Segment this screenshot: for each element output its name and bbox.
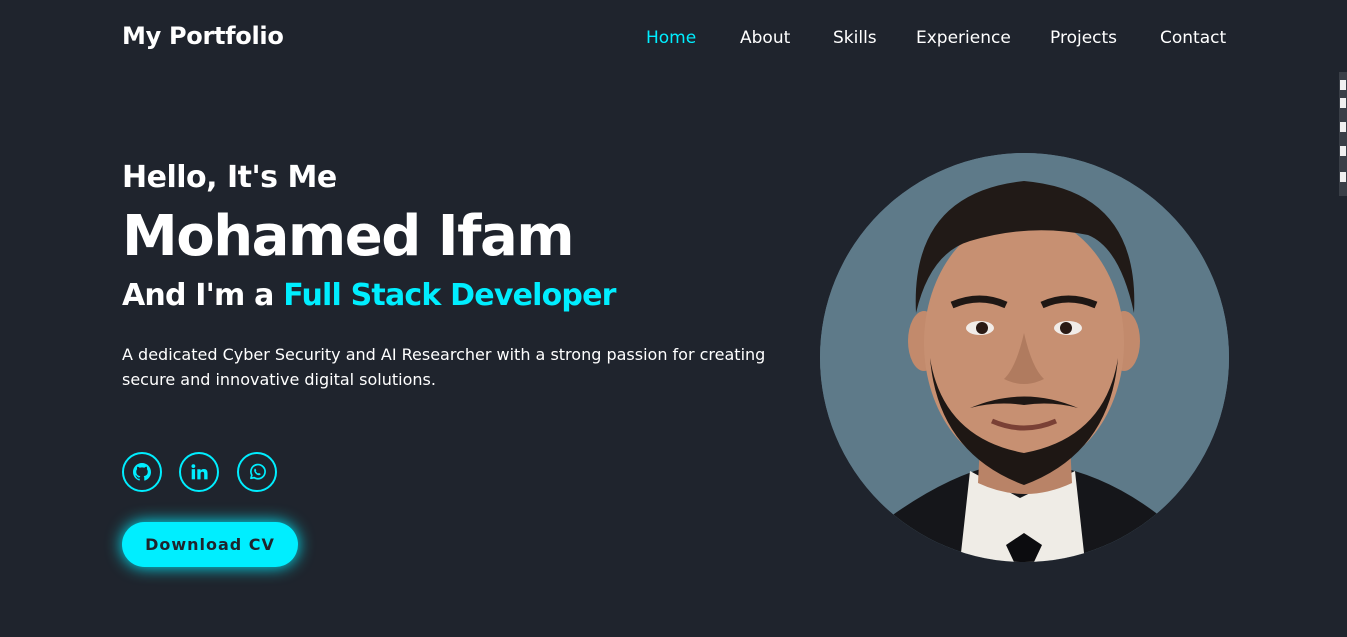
nav-home-link[interactable]: Home — [646, 28, 696, 48]
side-toolbar-icon[interactable] — [1340, 172, 1346, 182]
github-link[interactable] — [122, 452, 162, 492]
hero-description: A dedicated Cyber Security and AI Resear… — [122, 345, 766, 389]
profile-photo — [820, 153, 1229, 562]
nav-about-link[interactable]: About — [740, 28, 790, 48]
side-toolbar-icon[interactable] — [1340, 80, 1346, 90]
nav-skills-link[interactable]: Skills — [833, 28, 877, 48]
side-toolbar-icon[interactable] — [1340, 98, 1346, 108]
hero-greeting: Hello, It's Me — [122, 160, 337, 195]
linkedin-icon — [190, 463, 208, 481]
main-nav: Home About Skills Experience Projects Co… — [0, 28, 1347, 52]
side-toolbar[interactable] — [1339, 72, 1347, 196]
whatsapp-link[interactable] — [237, 452, 277, 492]
nav-projects-link[interactable]: Projects — [1050, 28, 1117, 48]
linkedin-link[interactable] — [179, 452, 219, 492]
hero-content: Hello, It's Me Mohamed Ifam And I'm a Fu… — [122, 160, 802, 392]
side-toolbar-icon[interactable] — [1340, 146, 1346, 156]
hero-role: Full Stack Developer — [283, 278, 616, 313]
site-header: My Portfolio Home About Skills Experienc… — [0, 0, 1347, 78]
nav-contact-link[interactable]: Contact — [1160, 28, 1226, 48]
hero-name: Mohamed Ifam — [122, 204, 575, 269]
hero-role-prefix: And I'm a — [122, 278, 274, 313]
download-cv-button[interactable]: Download CV — [122, 522, 298, 567]
side-toolbar-icon[interactable] — [1340, 122, 1346, 132]
nav-experience-link[interactable]: Experience — [916, 28, 1011, 48]
whatsapp-icon — [248, 463, 266, 481]
github-icon — [133, 463, 151, 481]
profile-photo-illustration — [820, 153, 1229, 562]
hero-role-line: And I'm a Full Stack Developer — [122, 276, 802, 316]
